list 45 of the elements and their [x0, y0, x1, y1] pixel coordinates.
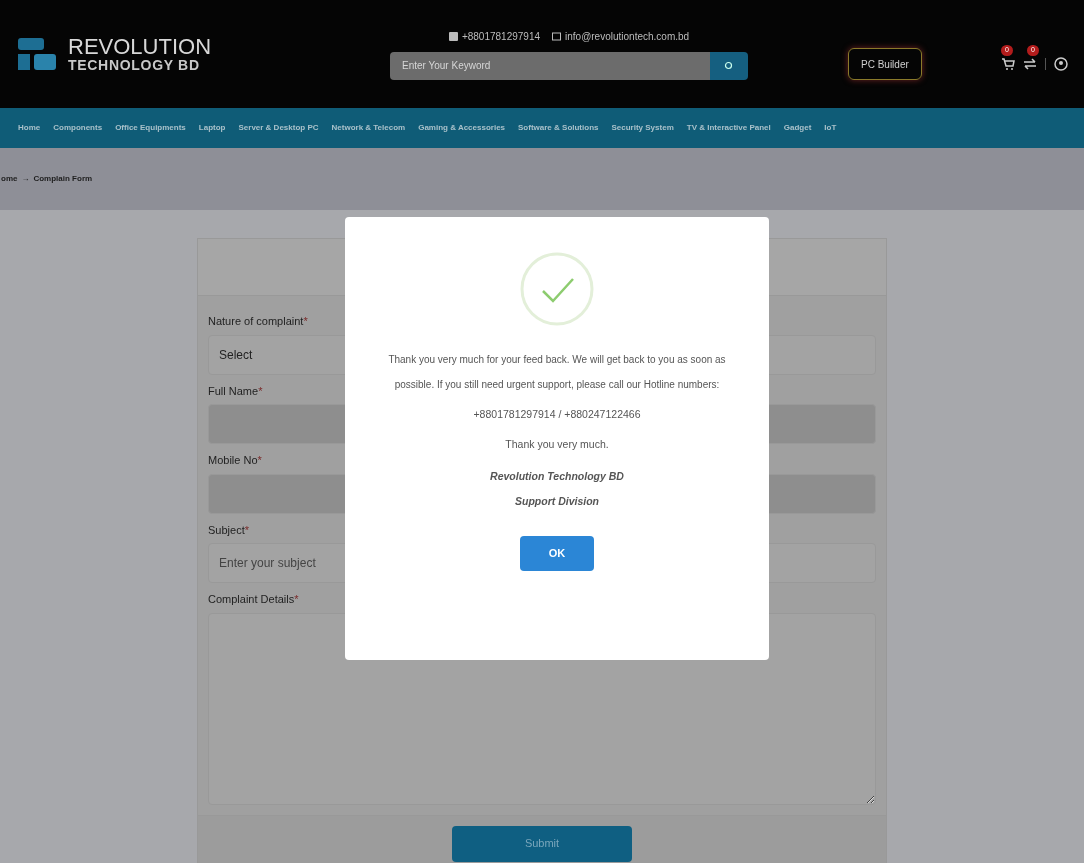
- nav-link[interactable]: Gadget: [783, 122, 812, 134]
- compare-icon[interactable]: [1023, 57, 1037, 71]
- required-mark: *: [294, 592, 299, 607]
- thanks-text: Thank you very much.: [505, 436, 609, 452]
- required-mark: *: [244, 522, 249, 538]
- nav-link[interactable]: Home: [18, 122, 41, 134]
- logo-subtitle: TECHNOLOGY BD: [68, 58, 201, 72]
- required-mark: *: [303, 314, 308, 329]
- field-label: Mobile No: [208, 453, 258, 468]
- search-button[interactable]: [710, 51, 748, 80]
- nav-link[interactable]: Components: [53, 122, 103, 134]
- modal-message: Thank you very much for your feed back. We will get back to you as soon as possible. If you still need urgent support, please call our Hotline numbers:: [387, 353, 727, 392]
- nav-link[interactable]: TV & Interactive Panel: [686, 122, 771, 134]
- field-label: Subject: [208, 522, 245, 538]
- logo-title: REVOLUTION: [68, 36, 212, 58]
- nav-link[interactable]: Gaming & Accessories: [418, 122, 506, 134]
- breadcrumb-link[interactable]: ome: [1, 173, 18, 185]
- breadcrumb-current: Complain Form: [33, 173, 93, 185]
- cart-icon[interactable]: [1001, 57, 1015, 71]
- nav-link[interactable]: IoT: [824, 122, 837, 134]
- user-icon[interactable]: [1054, 57, 1068, 71]
- nav-link[interactable]: Office Equipments: [115, 122, 186, 134]
- submit-button[interactable]: Submit: [452, 825, 632, 862]
- search-field[interactable]: Enter Your Keyword: [390, 51, 710, 80]
- check-icon: [519, 251, 595, 327]
- field-label: Full Name: [208, 383, 259, 399]
- nav-link[interactable]: Server & Desktop PC: [238, 122, 319, 134]
- required-mark: *: [257, 453, 262, 468]
- breadcrumb-separator: →: [21, 173, 30, 185]
- required-mark: *: [258, 383, 263, 399]
- nav-link[interactable]: Security System: [611, 122, 674, 134]
- field-label: Nature of complaint: [208, 314, 304, 329]
- signature-line: Support Division: [515, 494, 599, 510]
- field-label: Complaint Details: [208, 592, 295, 607]
- nav-link[interactable]: Software & Solutions: [518, 122, 599, 134]
- nav-link[interactable]: Laptop: [198, 122, 226, 134]
- ok-button[interactable]: OK: [520, 536, 594, 571]
- mail-icon: [552, 31, 561, 41]
- phone-number: +8801781297914: [461, 29, 540, 44]
- signature-line: Revolution Technology BD: [490, 468, 624, 484]
- email-address: info@revolutiontech.com.bd: [565, 29, 690, 44]
- nav-link[interactable]: Network & Telecom: [331, 122, 406, 134]
- search-icon: [724, 60, 734, 71]
- hotline-numbers: +8801781297914 / +880247122466: [473, 407, 641, 422]
- pc-builder-button[interactable]: PC Builder: [848, 48, 922, 80]
